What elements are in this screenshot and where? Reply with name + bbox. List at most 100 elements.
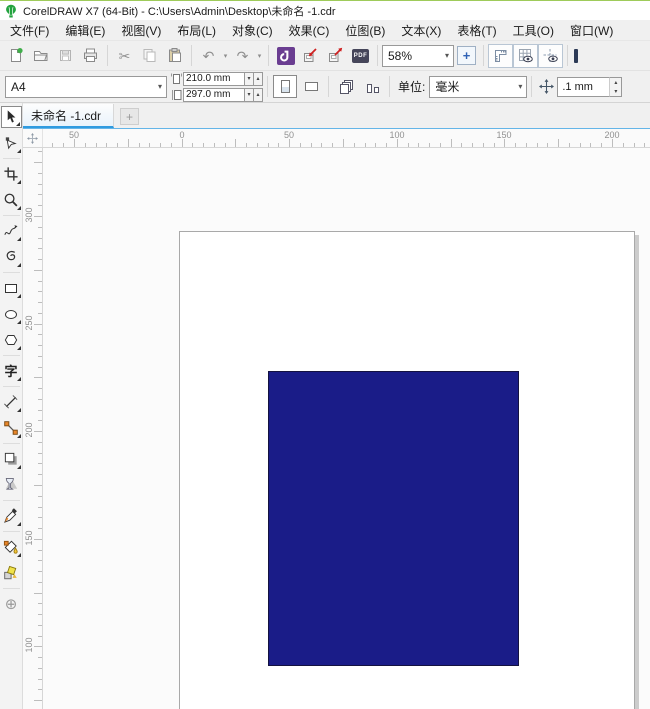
- application-launcher-button[interactable]: [273, 44, 298, 68]
- hruler-label: 50: [284, 130, 294, 140]
- document-tab[interactable]: 未命名 -1.cdr: [23, 104, 114, 128]
- toggle-grid-button[interactable]: [513, 44, 538, 68]
- ruler-tick: [590, 143, 591, 147]
- document-page[interactable]: [179, 231, 635, 709]
- rectangle-tool-icon: [5, 284, 17, 293]
- rectangle-tool[interactable]: [1, 277, 22, 299]
- clipped-partial-button[interactable]: [572, 44, 579, 68]
- height-up-button[interactable]: ▴: [254, 88, 263, 102]
- page-preset-combobox[interactable]: A4 ▾: [5, 76, 167, 98]
- toolbar-separator: [567, 45, 568, 66]
- ruler-tick: [34, 593, 42, 594]
- ruler-tick: [343, 139, 344, 147]
- new-tab-button[interactable]: +: [120, 108, 139, 125]
- freehand-tool[interactable]: [1, 220, 22, 242]
- toggle-guidelines-button[interactable]: [538, 44, 563, 68]
- toggle-rulers-button[interactable]: [488, 44, 513, 68]
- portrait-button[interactable]: [273, 75, 297, 98]
- shape-tool[interactable]: [1, 132, 22, 154]
- artistic-media-tool[interactable]: [1, 246, 22, 268]
- transparency-tool[interactable]: [1, 474, 22, 496]
- vertical-ruler[interactable]: 300250200150100: [23, 148, 43, 709]
- ruler-tick: [34, 270, 42, 271]
- pick-tool[interactable]: [1, 106, 22, 128]
- units-combobox[interactable]: 毫米 ▾: [429, 76, 527, 98]
- ruler-tick: [38, 517, 42, 518]
- menu-item-4[interactable]: 布局(L): [169, 20, 224, 41]
- ruler-tick: [128, 139, 129, 147]
- height-down-button[interactable]: ▾: [245, 88, 254, 102]
- smart-fill-tool[interactable]: [1, 562, 22, 584]
- ruler-tick: [38, 560, 42, 561]
- landscape-button[interactable]: [299, 75, 323, 98]
- ruler-tick: [160, 143, 161, 147]
- ruler-tick: [569, 143, 570, 147]
- ruler-tick: [85, 143, 86, 147]
- page-height-field[interactable]: 297.0 mm: [183, 88, 245, 102]
- connector-tool[interactable]: [1, 417, 22, 439]
- undo-dropdown-button[interactable]: ▾: [221, 52, 230, 60]
- menu-item-1[interactable]: 文件(F): [2, 20, 57, 41]
- crop-tool[interactable]: [1, 163, 22, 185]
- current-page-button[interactable]: [360, 75, 384, 98]
- zoom-level-combobox[interactable]: 58%▾: [382, 45, 454, 67]
- nudge-up-button[interactable]: ▴: [610, 78, 621, 87]
- ruler-tick: [139, 143, 140, 147]
- drop-shadow-tool[interactable]: [1, 448, 22, 470]
- parallel-dimension-tool[interactable]: [1, 391, 22, 413]
- open-document-button[interactable]: [28, 44, 53, 68]
- ruler-origin-icon: [27, 133, 38, 144]
- import-button[interactable]: [298, 44, 323, 68]
- ellipse-tool[interactable]: [1, 303, 22, 325]
- menu-item-9[interactable]: 表格(T): [449, 20, 504, 41]
- drawing-canvas[interactable]: [43, 148, 650, 709]
- ruler-tick: [34, 377, 42, 378]
- toolbox-separator: [3, 386, 20, 387]
- redo-button[interactable]: ↷: [230, 44, 255, 68]
- menu-item-11[interactable]: 窗口(W): [562, 20, 621, 41]
- new-document-button[interactable]: [3, 44, 28, 68]
- export-button[interactable]: [323, 44, 348, 68]
- ruler-tick: [38, 550, 42, 551]
- fit-zoom-button[interactable]: +: [454, 44, 479, 68]
- interactive-fill-tool[interactable]: [1, 536, 22, 558]
- ruler-tick: [332, 143, 333, 147]
- nudge-down-button[interactable]: ▾: [610, 87, 621, 96]
- menu-item-5[interactable]: 对象(C): [224, 20, 281, 41]
- text-tool[interactable]: 字: [1, 360, 22, 382]
- menu-item-6[interactable]: 效果(C): [281, 20, 338, 41]
- zoom-tool[interactable]: [1, 189, 22, 211]
- undo-button[interactable]: ↶: [196, 44, 221, 68]
- ruler-tick: [526, 143, 527, 147]
- ruler-tick: [644, 143, 645, 147]
- polygon-tool[interactable]: [1, 329, 22, 351]
- menu-item-7[interactable]: 位图(B): [337, 20, 393, 41]
- publish-pdf-button[interactable]: PDF: [348, 44, 373, 68]
- save-document-button[interactable]: [53, 44, 78, 68]
- page-width-field[interactable]: 210.0 mm: [183, 72, 245, 86]
- nudge-distance-field[interactable]: .1 mm: [557, 77, 609, 97]
- paste-button[interactable]: [162, 44, 187, 68]
- ruler-tick: [192, 143, 193, 147]
- print-button[interactable]: [78, 44, 103, 68]
- drawn-rectangle[interactable]: [268, 371, 519, 666]
- ruler-origin-button[interactable]: [23, 129, 43, 147]
- nudge-spinner[interactable]: ▴▾: [609, 77, 622, 97]
- copy-button[interactable]: [137, 44, 162, 68]
- redo-dropdown-button[interactable]: ▾: [255, 52, 264, 60]
- standard-toolbar: ✂↶▾↷▾PDF58%▾+: [0, 40, 650, 70]
- menu-item-2[interactable]: 编辑(E): [57, 20, 113, 41]
- horizontal-ruler[interactable]: 50050100150200: [43, 129, 650, 147]
- width-up-button[interactable]: ▴: [254, 72, 263, 86]
- color-eyedropper-tool[interactable]: [1, 505, 22, 527]
- cut-button[interactable]: ✂: [112, 44, 137, 68]
- all-pages-button[interactable]: [334, 75, 358, 98]
- connector-tool-icon: [3, 420, 19, 436]
- customize-toolbox[interactable]: ⊕: [1, 593, 22, 615]
- menu-item-8[interactable]: 文本(X): [393, 20, 449, 41]
- ruler-tick: [278, 143, 279, 147]
- menu-item-3[interactable]: 视图(V): [113, 20, 169, 41]
- ruler-tick: [257, 143, 258, 147]
- menu-item-10[interactable]: 工具(O): [505, 20, 562, 41]
- width-down-button[interactable]: ▾: [245, 72, 254, 86]
